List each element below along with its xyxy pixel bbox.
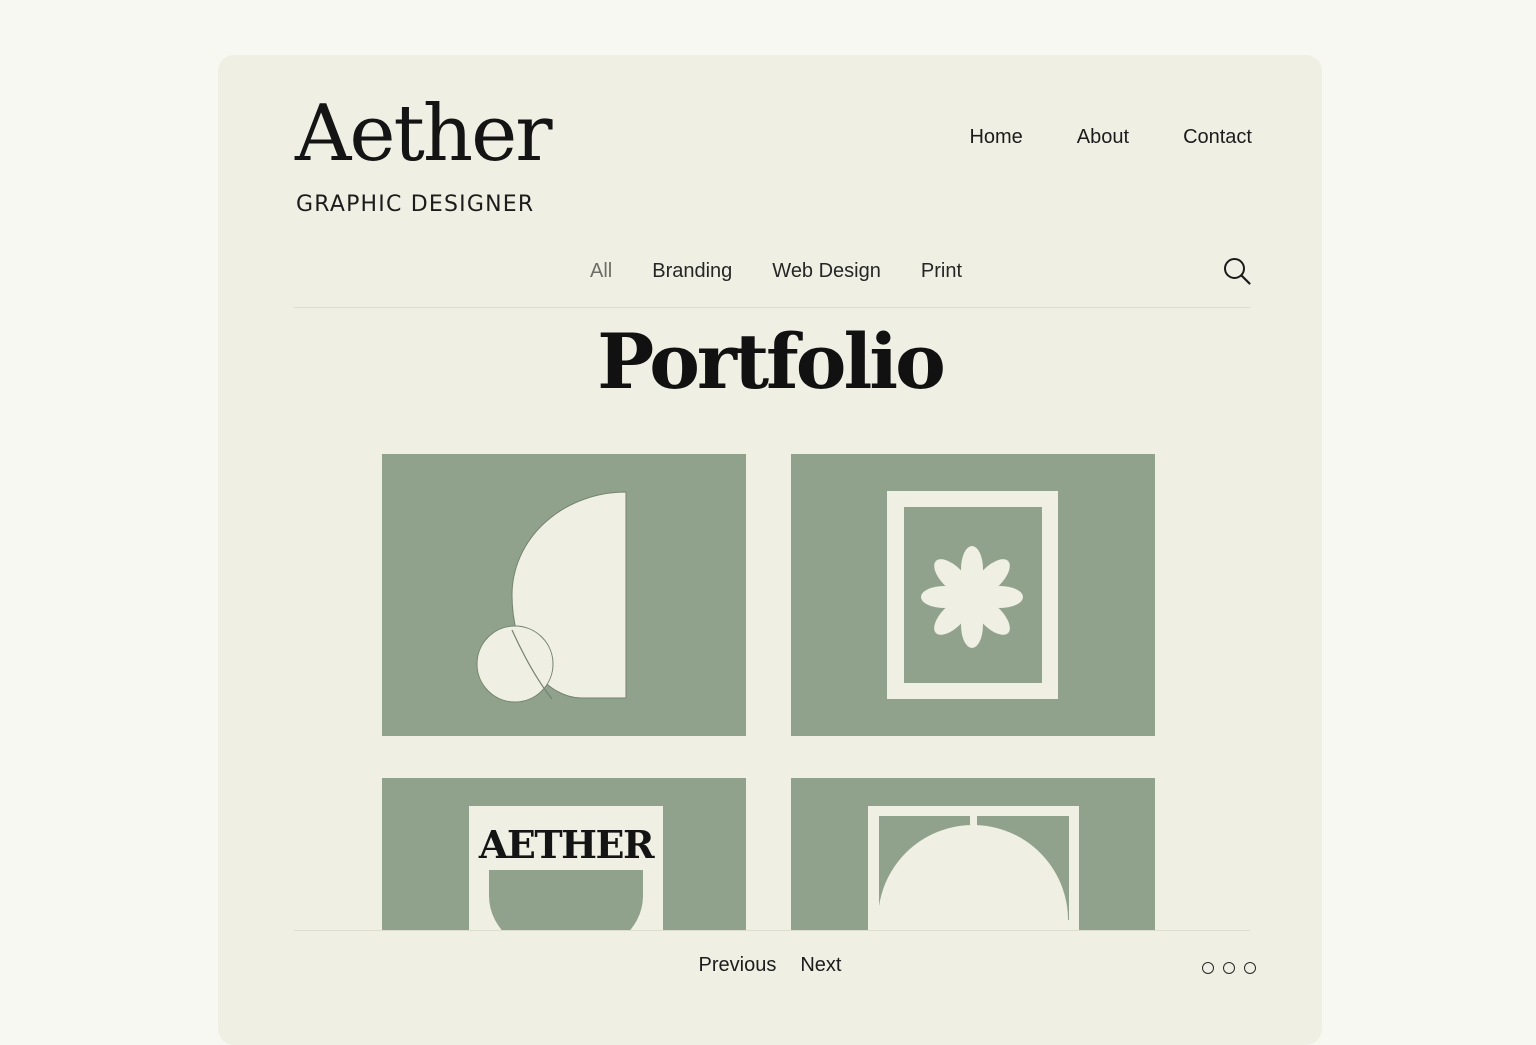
nav-item-home[interactable]: Home [969,126,1022,149]
filter-web-design[interactable]: Web Design [772,260,881,283]
search-icon[interactable] [1222,256,1252,286]
framed-arch-artwork [868,806,1079,930]
pagination: Previous Next [218,954,1322,977]
filter-branding[interactable]: Branding [652,260,732,283]
brand-tagline: GRAPHIC DESIGNER [296,192,535,217]
divider [294,307,1250,308]
next-button[interactable]: Next [800,954,841,977]
portfolio-grid: AETHER [382,454,1156,930]
category-filters: All Branding Web Design Print [218,260,1322,283]
portfolio-card-framed-flower[interactable] [791,454,1155,736]
previous-button[interactable]: Previous [699,954,777,977]
portfolio-card-arch-circle[interactable] [382,454,746,736]
page-dots [1202,962,1256,974]
filter-all[interactable]: All [590,260,612,283]
aether-cup-artwork: AETHER [469,806,663,930]
artwork-wordmark: AETHER [478,822,655,867]
arch-circle-artwork [476,491,627,703]
framed-flower-artwork [887,491,1058,699]
page-panel: Aether GRAPHIC DESIGNER Home About Conta… [218,55,1322,1045]
page-dot[interactable] [1202,962,1214,974]
page-title: Portfolio [597,317,946,406]
nav-item-contact[interactable]: Contact [1183,126,1252,149]
brand-name: Aether [295,89,553,179]
top-nav: Home About Contact [969,126,1252,149]
page-dot[interactable] [1223,962,1235,974]
divider [294,930,1250,931]
portfolio-card-framed-arch[interactable] [791,778,1155,930]
portfolio-card-aether-cup[interactable]: AETHER [382,778,746,930]
page-dot[interactable] [1244,962,1256,974]
filter-print[interactable]: Print [921,260,962,283]
nav-item-about[interactable]: About [1077,126,1129,149]
